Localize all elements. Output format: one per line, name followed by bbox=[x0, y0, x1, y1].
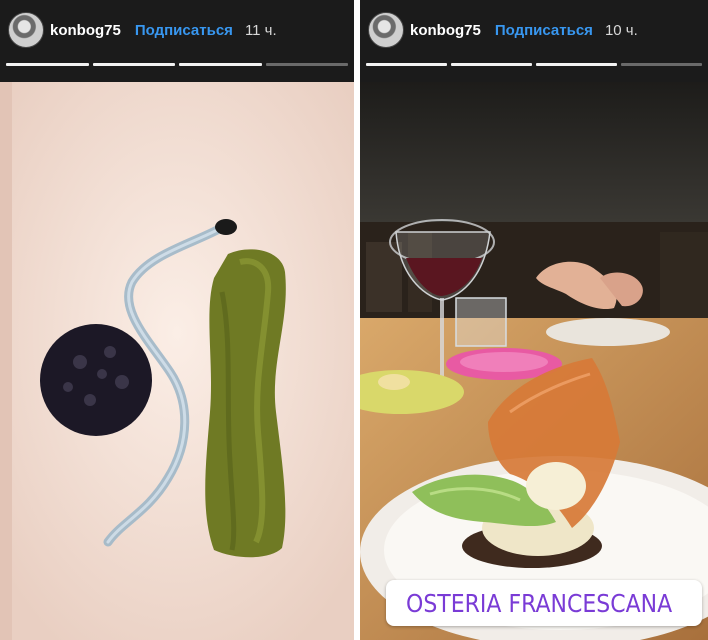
plated-dish-image bbox=[0, 82, 354, 640]
story-panel-right[interactable]: konbog75 Подписаться 10 ч. OSTERIA FRANC… bbox=[360, 0, 708, 640]
username[interactable]: konbog75 bbox=[50, 22, 121, 39]
progress-segment bbox=[366, 63, 447, 66]
location-sticker[interactable]: OSTERIA FRANCESCANA bbox=[386, 580, 702, 626]
story-panel-left[interactable]: konbog75 Подписаться 11 ч. bbox=[0, 0, 354, 640]
location-name: OSTERIA FRANCESCANA bbox=[406, 588, 673, 618]
post-time: 10 ч. bbox=[604, 21, 638, 39]
restaurant-table-image bbox=[360, 82, 708, 640]
story-progress-bar bbox=[366, 63, 702, 66]
story-progress-bar bbox=[6, 63, 348, 66]
progress-segment bbox=[179, 63, 262, 66]
progress-segment bbox=[92, 63, 175, 66]
progress-segment bbox=[536, 63, 617, 66]
progress-segment bbox=[265, 63, 348, 66]
story-header: konbog75 Подписаться 10 ч. bbox=[360, 0, 708, 60]
story-photo-restaurant bbox=[360, 82, 708, 640]
username[interactable]: konbog75 bbox=[410, 22, 481, 39]
progress-segment bbox=[621, 63, 702, 66]
subscribe-button[interactable]: Подписаться bbox=[495, 22, 593, 39]
subscribe-button[interactable]: Подписаться bbox=[135, 22, 233, 39]
story-photo-dish-left bbox=[0, 82, 354, 640]
user-avatar[interactable] bbox=[8, 12, 44, 48]
story-header: konbog75 Подписаться 11 ч. bbox=[0, 0, 354, 60]
user-avatar[interactable] bbox=[368, 12, 404, 48]
progress-segment bbox=[451, 63, 532, 66]
post-time: 11 ч. bbox=[244, 21, 277, 39]
progress-segment bbox=[6, 63, 89, 66]
